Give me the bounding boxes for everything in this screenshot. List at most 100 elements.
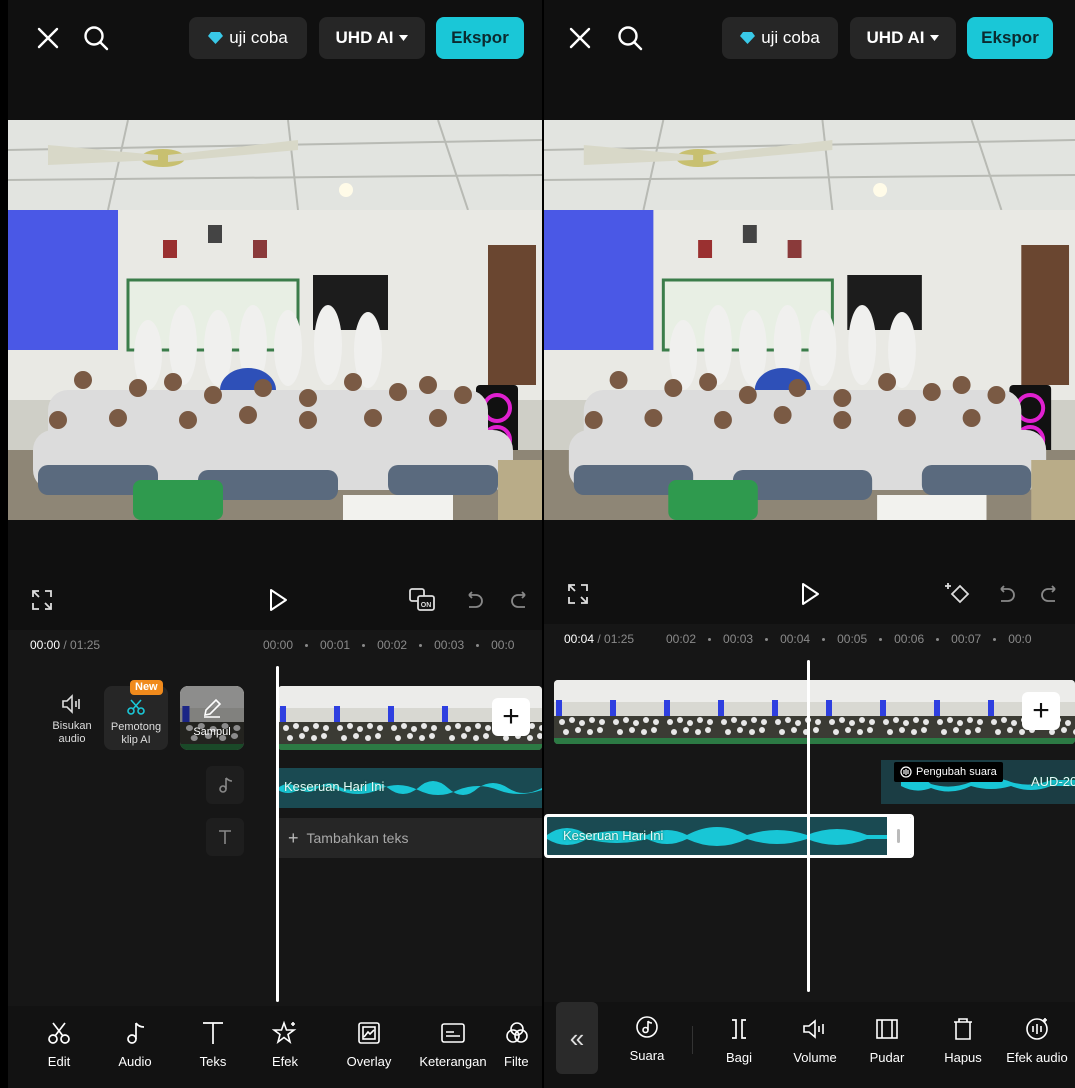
toolbar-label: Teks bbox=[199, 1054, 227, 1069]
new-badge: New bbox=[130, 680, 163, 696]
sound-icon bbox=[612, 1012, 682, 1042]
toolbar-item-captions[interactable]: Keterangan bbox=[410, 1018, 496, 1069]
voice-changer-label: Pengubah suara bbox=[916, 766, 997, 778]
total-time: / 01:25 bbox=[63, 638, 101, 652]
toolbar-item-audio-effects[interactable]: Efek audio bbox=[998, 1014, 1075, 1065]
ruler-tick: 00:02 bbox=[666, 632, 697, 646]
add-keyframe-icon[interactable] bbox=[940, 576, 976, 612]
total-time: / 01:25 bbox=[597, 632, 635, 646]
export-label: Ekspor bbox=[451, 28, 509, 47]
export-button[interactable]: Ekspor bbox=[967, 17, 1053, 59]
ruler-tick: 00:03 bbox=[723, 632, 754, 646]
star-sparkle-icon bbox=[250, 1018, 320, 1048]
speaker-icon bbox=[62, 694, 80, 714]
fullscreen-icon[interactable] bbox=[560, 576, 596, 612]
redo-icon[interactable] bbox=[1032, 576, 1068, 612]
quality-dropdown[interactable]: UHD AI bbox=[319, 17, 425, 59]
time-ruler: 00:02 00:03 00:04 00:05 00:06 00:07 00:0 bbox=[666, 632, 1032, 646]
music-note-icon bbox=[100, 1018, 170, 1048]
split-icon bbox=[704, 1014, 774, 1044]
toolbar-item-sound[interactable]: Suara bbox=[612, 1012, 682, 1063]
toolbar-label: Edit bbox=[47, 1054, 71, 1069]
search-icon[interactable] bbox=[612, 20, 648, 56]
caret-down-icon bbox=[930, 35, 940, 41]
filter-icon bbox=[504, 1018, 542, 1048]
delete-icon bbox=[928, 1014, 998, 1044]
diamond-icon bbox=[208, 32, 224, 44]
clip-trim-handle[interactable] bbox=[887, 817, 911, 855]
voice-changer-icon bbox=[900, 766, 912, 778]
ruler-tick: 00:05 bbox=[837, 632, 868, 646]
selected-audio-clip[interactable]: Keseruan Hari Ini bbox=[544, 814, 914, 858]
search-icon[interactable] bbox=[78, 20, 114, 56]
toolbar-item-fade[interactable]: Pudar bbox=[852, 1014, 922, 1065]
toolbar-item-delete[interactable]: Hapus bbox=[928, 1014, 998, 1065]
undo-icon[interactable] bbox=[456, 582, 492, 618]
double-chevron-left-icon: « bbox=[569, 1022, 585, 1053]
ai-clip-cutter-label: Pemotong klip AI bbox=[110, 721, 162, 747]
music-note-icon[interactable] bbox=[206, 766, 244, 804]
mute-audio-button[interactable]: Bisukan audio bbox=[46, 694, 98, 747]
timecode: 00:00 / 01:25 bbox=[30, 638, 100, 652]
toolbar-label: Keterangan bbox=[419, 1054, 487, 1069]
timeline[interactable]: 00:00 / 01:25 00:00 00:01 00:02 00:03 00:0 B… bbox=[8, 630, 542, 1006]
toolbar-label: Suara bbox=[629, 1048, 665, 1063]
caret-down-icon bbox=[399, 35, 409, 41]
add-text-label: Tambahkan teks bbox=[306, 830, 409, 846]
audio-clip-label: Keseruan Hari Ini bbox=[284, 779, 385, 794]
add-text-track[interactable]: + Tambahkan teks bbox=[278, 818, 542, 858]
ai-clip-cutter-button[interactable]: New Pemotong klip AI bbox=[104, 680, 168, 750]
export-label: Ekspor bbox=[981, 28, 1039, 47]
fade-icon bbox=[852, 1014, 922, 1044]
toolbar-item-audio[interactable]: Audio bbox=[100, 1018, 170, 1069]
cover-button[interactable]: Sampul bbox=[180, 686, 244, 750]
timeline[interactable]: 00:04 / 01:25 00:02 00:03 00:04 00:05 00:06 0… bbox=[544, 624, 1075, 1004]
toolbar-item-text[interactable]: Teks bbox=[178, 1018, 248, 1069]
audio-clip[interactable]: Keseruan Hari Ini bbox=[278, 768, 542, 808]
overlay-icon bbox=[334, 1018, 404, 1048]
current-time: 00:04 bbox=[564, 632, 595, 646]
close-icon[interactable] bbox=[562, 20, 598, 56]
svg-text:ON: ON bbox=[421, 602, 432, 609]
toolbar-label: Overlay bbox=[346, 1054, 392, 1069]
video-clip[interactable] bbox=[554, 680, 1075, 744]
toolbar-item-volume[interactable]: Volume bbox=[780, 1014, 850, 1065]
redo-icon[interactable] bbox=[502, 582, 538, 618]
keyframe-on-icon[interactable]: ON bbox=[404, 582, 440, 618]
toolbar-item-overlay[interactable]: Overlay bbox=[334, 1018, 404, 1069]
close-icon[interactable] bbox=[30, 20, 66, 56]
toolbar-label: Bagi bbox=[725, 1050, 753, 1065]
toolbar-item-effects[interactable]: Efek bbox=[250, 1018, 320, 1069]
collapse-back-button[interactable]: « bbox=[556, 1002, 598, 1074]
video-preview[interactable] bbox=[544, 120, 1075, 520]
quality-label: UHD AI bbox=[866, 28, 925, 47]
fullscreen-icon[interactable] bbox=[24, 582, 60, 618]
play-icon[interactable] bbox=[792, 576, 828, 612]
toolbar-label: Efek bbox=[271, 1054, 298, 1069]
editor-panel-right: uji coba UHD AI Ekspor 00:04 / 01:25 00:… bbox=[544, 0, 1075, 1088]
project-name: uji coba bbox=[229, 28, 288, 47]
playback-controls: ON bbox=[8, 582, 542, 622]
toolbar-label: Audio bbox=[118, 1054, 152, 1069]
toolbar-item-edit[interactable]: Edit bbox=[24, 1018, 94, 1069]
undo-icon[interactable] bbox=[988, 576, 1024, 612]
toolbar-label: Volume bbox=[793, 1050, 837, 1065]
toolbar-item-split[interactable]: Bagi bbox=[704, 1014, 774, 1065]
project-name-button[interactable]: uji coba bbox=[189, 17, 307, 59]
diamond-icon bbox=[740, 32, 756, 44]
toolbar-item-filter[interactable]: Filte bbox=[498, 1018, 542, 1069]
voice-changer-tag[interactable]: Pengubah suara bbox=[894, 762, 1003, 782]
export-button[interactable]: Ekspor bbox=[436, 17, 524, 59]
quality-dropdown[interactable]: UHD AI bbox=[850, 17, 956, 59]
ruler-tick: 00:03 bbox=[434, 638, 465, 652]
video-preview[interactable] bbox=[8, 120, 542, 520]
playhead[interactable] bbox=[276, 666, 279, 1002]
add-clip-button[interactable]: + bbox=[1022, 692, 1060, 730]
project-name-button[interactable]: uji coba bbox=[722, 17, 838, 59]
add-clip-button[interactable]: + bbox=[492, 698, 530, 736]
ruler-tick: 00:07 bbox=[951, 632, 982, 646]
play-icon[interactable] bbox=[260, 582, 296, 618]
text-icon[interactable] bbox=[206, 818, 244, 856]
playhead[interactable] bbox=[807, 660, 810, 992]
audio-clip-label: Keseruan Hari Ini bbox=[563, 828, 664, 843]
